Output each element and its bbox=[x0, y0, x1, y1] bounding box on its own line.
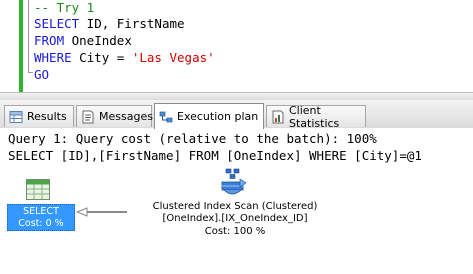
sql-text: OneIndex bbox=[64, 33, 132, 48]
scan-node-title[interactable]: Clustered Index Scan (Clustered) bbox=[120, 201, 350, 213]
code-line-3: FROM OneIndex bbox=[34, 33, 132, 49]
query-editor[interactable]: -- Try 1 SELECT ID, FirstName FROM OneIn… bbox=[0, 0, 473, 92]
select-node-cost: Cost: 0 % bbox=[18, 218, 64, 229]
execution-plan-icon bbox=[159, 110, 173, 124]
select-operator-label[interactable]: SELECT Cost: 0 % bbox=[7, 204, 75, 231]
outline-end-tick bbox=[28, 72, 33, 73]
sql-string: 'Las Vegas' bbox=[131, 50, 215, 65]
code-line-5: GO bbox=[34, 67, 49, 83]
sql-keyword: SELECT bbox=[34, 16, 80, 31]
outline-line bbox=[28, 0, 30, 72]
sql-text: ID, FirstName bbox=[79, 16, 185, 31]
sql-keyword: FROM bbox=[34, 33, 65, 48]
scan-node-cost: Cost: 100 % bbox=[204, 226, 266, 237]
query-cost-header: Query 1: Query cost (relative to the bat… bbox=[8, 131, 377, 146]
messages-icon bbox=[81, 110, 95, 124]
client-statistics-icon bbox=[271, 110, 285, 124]
select-node-title: SELECT bbox=[23, 206, 59, 217]
tab-label: Client Statistics bbox=[289, 103, 340, 130]
sql-keyword: WHERE bbox=[34, 50, 72, 65]
tab-results[interactable]: Results bbox=[4, 105, 74, 127]
select-operator-icon[interactable] bbox=[23, 178, 53, 202]
sql-text: City bbox=[71, 50, 117, 65]
results-grid-icon bbox=[9, 110, 23, 124]
tab-client-statistics[interactable]: Client Statistics bbox=[266, 103, 366, 130]
code-line-2: SELECT ID, FirstName bbox=[34, 16, 185, 32]
tab-label: Results bbox=[27, 110, 67, 123]
code-line-1: -- Try 1 bbox=[34, 0, 94, 16]
query-text: SELECT [ID],[FirstName] FROM [OneIndex] … bbox=[8, 148, 422, 163]
sql-keyword: GO bbox=[34, 67, 50, 82]
code-line-4: WHERE City = 'Las Vegas' bbox=[34, 50, 215, 66]
tab-execution-plan[interactable]: Execution plan bbox=[154, 103, 264, 129]
change-tracking-bar bbox=[19, 0, 23, 92]
clustered-index-scan-icon[interactable] bbox=[218, 168, 248, 200]
sql-comment: -- Try 1 bbox=[34, 0, 95, 15]
scan-node-object: [OneIndex].[IX_OneIndex_ID] bbox=[162, 213, 308, 224]
tab-label: Execution plan bbox=[177, 110, 259, 123]
tab-messages[interactable]: Messages bbox=[76, 105, 153, 127]
tab-label: Messages bbox=[99, 110, 153, 123]
